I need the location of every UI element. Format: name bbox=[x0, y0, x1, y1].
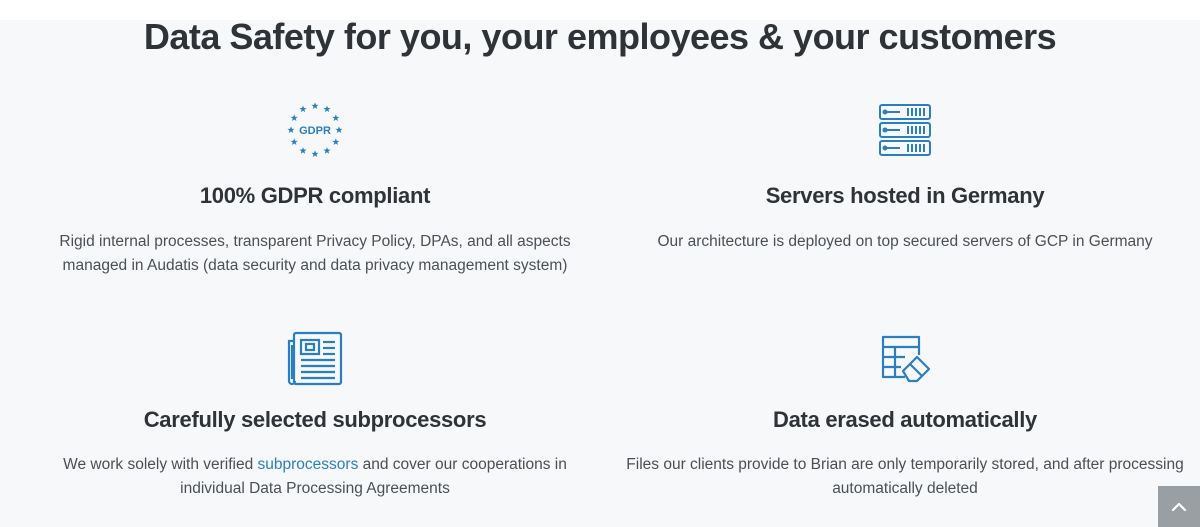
feature-title: Carefully selected subprocessors bbox=[143, 407, 487, 432]
feature-description: Rigid internal processes, transparent Pr… bbox=[59, 233, 571, 274]
feature-subprocessors: Carefully selected subprocessors We work… bbox=[30, 326, 600, 501]
feature-title: Data erased automatically bbox=[773, 407, 1037, 432]
feature-data-erased: Data erased automatically Files our clie… bbox=[620, 326, 1190, 501]
data-safety-section: Data Safety for you, your employees & yo… bbox=[0, 0, 1200, 527]
scroll-to-top-button[interactable] bbox=[1158, 486, 1200, 527]
feature-gdpr: GDPR 100% GDPR compliant Rigid internal … bbox=[30, 97, 600, 278]
feature-description: We work solely with verified subprocesso… bbox=[63, 456, 567, 497]
feature-description: Files our clients provide to Brian are o… bbox=[626, 456, 1184, 497]
feature-title: Servers hosted in Germany bbox=[765, 183, 1045, 208]
server-rack-icon bbox=[620, 97, 1190, 163]
table-eraser-icon bbox=[620, 326, 1190, 392]
newspaper-icon bbox=[30, 326, 600, 392]
feature-servers: Servers hosted in Germany Our architectu… bbox=[620, 97, 1190, 254]
subprocessors-link[interactable]: subprocessors bbox=[258, 456, 359, 473]
gdpr-stars-icon: GDPR bbox=[30, 97, 600, 163]
svg-text:GDPR: GDPR bbox=[299, 125, 331, 137]
section-title: Data Safety for you, your employees & yo… bbox=[143, 16, 1057, 57]
chevron-up-icon bbox=[1171, 502, 1187, 511]
feature-description: Our architecture is deployed on top secu… bbox=[657, 233, 1153, 250]
feature-title: 100% GDPR compliant bbox=[199, 183, 431, 208]
